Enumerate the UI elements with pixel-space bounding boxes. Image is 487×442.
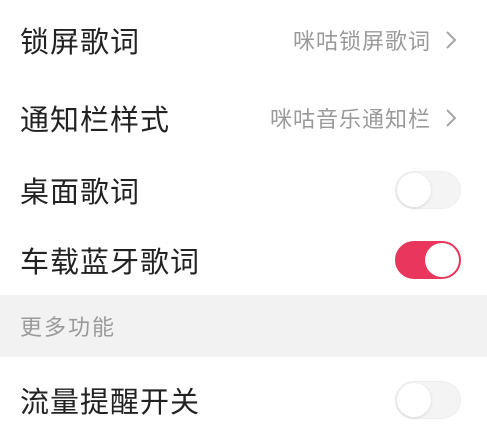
- lock-screen-lyrics-right: 咪咕锁屏歌词: [293, 24, 461, 56]
- traffic-reminder-right: [395, 380, 461, 419]
- lock-screen-lyrics-label: 锁屏歌词: [20, 25, 141, 59]
- settings-list: 锁屏歌词 咪咕锁屏歌词 通知栏样式 咪咕音乐通知栏 桌面歌词 车载蓝牙歌词 更多…: [0, 0, 487, 442]
- toggle-knob: [397, 173, 431, 207]
- notification-style-row[interactable]: 通知栏样式 咪咕音乐通知栏: [0, 80, 487, 155]
- notification-style-right: 咪咕音乐通知栏: [270, 102, 461, 134]
- car-bluetooth-lyrics-label: 车载蓝牙歌词: [20, 245, 201, 279]
- chevron-right-icon: [441, 28, 461, 52]
- chevron-right-icon: [441, 106, 461, 130]
- desktop-lyrics-label: 桌面歌词: [20, 175, 141, 209]
- desktop-lyrics-toggle[interactable]: [395, 171, 461, 209]
- more-features-title: 更多功能: [20, 316, 117, 341]
- desktop-lyrics-row: 桌面歌词: [0, 155, 487, 225]
- lock-screen-lyrics-value: 咪咕锁屏歌词: [292, 30, 431, 55]
- toggle-knob: [397, 382, 431, 417]
- car-bluetooth-lyrics-row: 车载蓝牙歌词: [0, 225, 487, 295]
- more-features-section-header: 更多功能: [0, 295, 487, 357]
- car-bluetooth-lyrics-toggle[interactable]: [395, 241, 461, 279]
- traffic-reminder-label: 流量提醒开关: [20, 384, 201, 419]
- toggle-knob: [425, 243, 459, 277]
- lock-screen-lyrics-row[interactable]: 锁屏歌词 咪咕锁屏歌词: [0, 0, 487, 80]
- traffic-reminder-toggle[interactable]: [395, 380, 461, 419]
- traffic-reminder-row: 流量提醒开关: [0, 357, 487, 442]
- notification-style-value: 咪咕音乐通知栏: [269, 107, 431, 133]
- desktop-lyrics-right: [395, 171, 461, 209]
- notification-style-label: 通知栏样式: [20, 102, 171, 137]
- car-bluetooth-lyrics-right: [395, 241, 461, 279]
